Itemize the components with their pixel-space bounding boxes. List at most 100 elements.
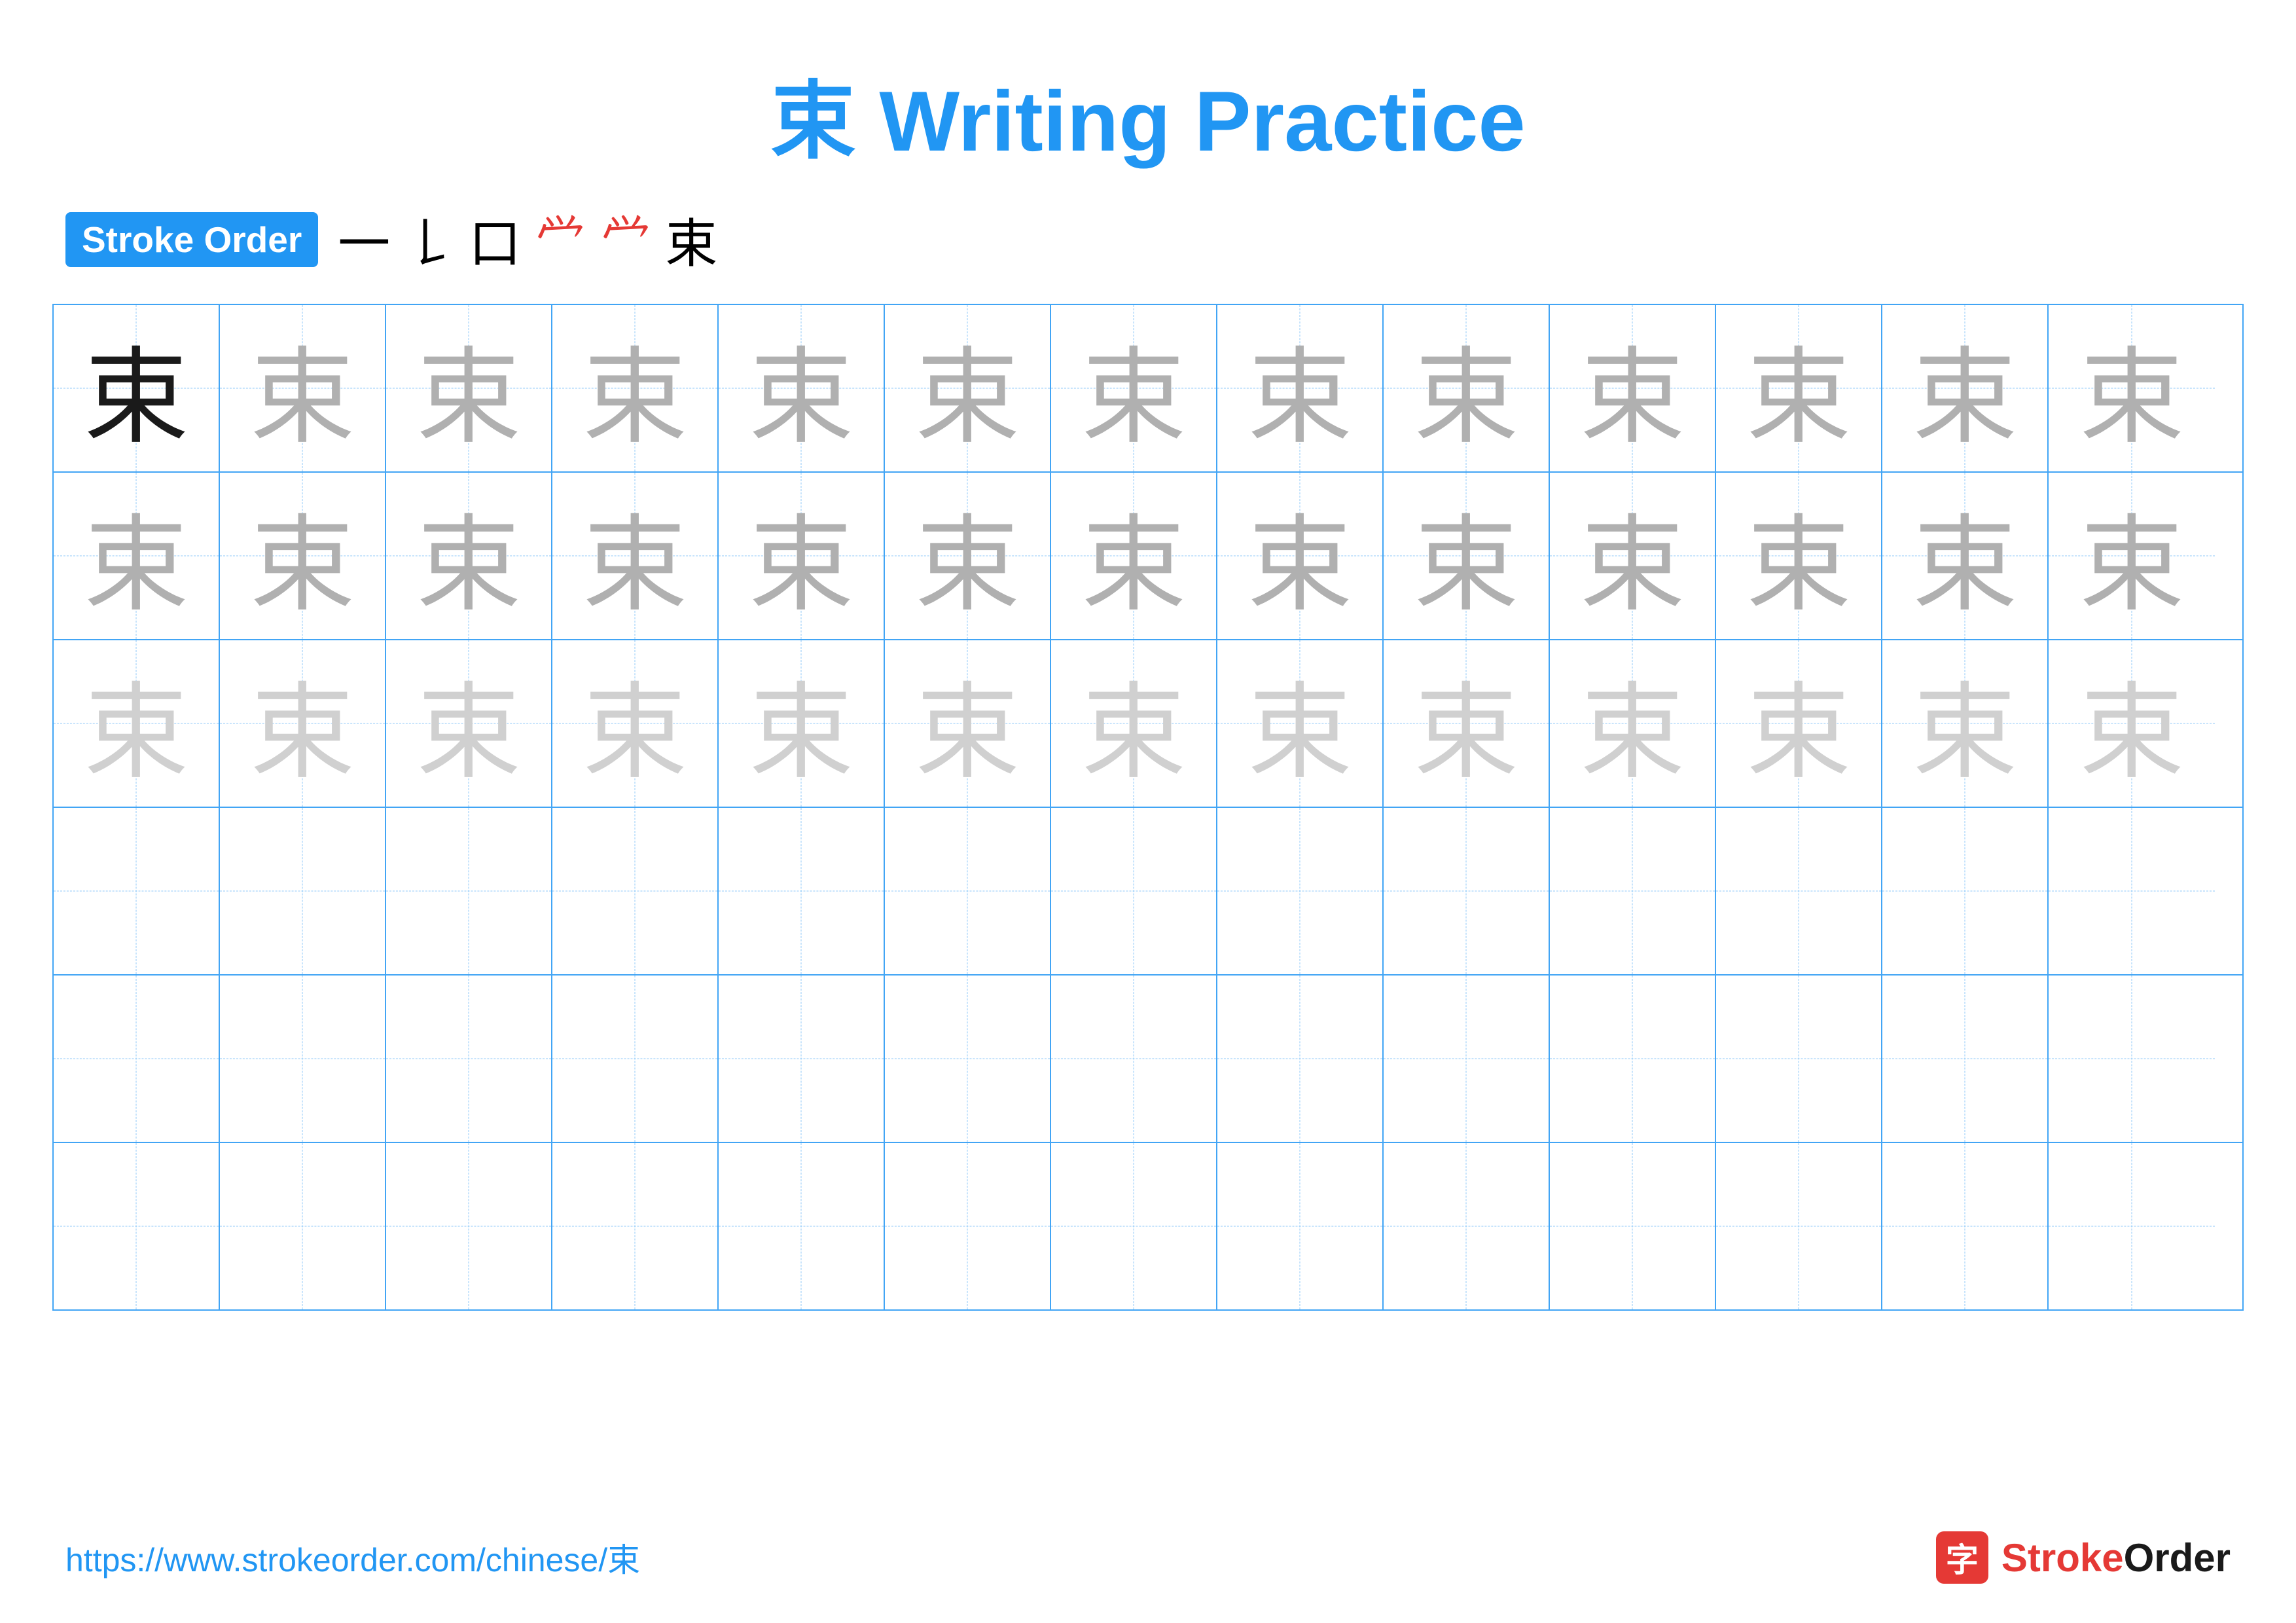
grid-row-5 [54, 976, 2242, 1143]
grid-cell-r6-c3[interactable] [386, 1143, 552, 1309]
grid-cell-r2-c3: 束 [386, 473, 552, 639]
grid-cell-r5-c11[interactable] [1716, 976, 1882, 1142]
grid-cell-r6-c4[interactable] [552, 1143, 719, 1309]
grid-cell-r1-c4: 束 [552, 305, 719, 471]
char-r2-c1: 束 [84, 480, 188, 632]
char-r1-c5: 束 [749, 312, 853, 464]
grid-cell-r4-c12[interactable] [1882, 808, 2049, 974]
grid-cell-r6-c5[interactable] [719, 1143, 885, 1309]
grid-cell-r4-c2[interactable] [220, 808, 386, 974]
stroke-order-row: Stroke Order 一 𠄌 口 𰃮 𰃮 束 [0, 202, 2296, 304]
char-r1-c8: 束 [1247, 312, 1352, 464]
char-r3-c10: 束 [1580, 647, 1685, 799]
grid-cell-r2-c9: 束 [1384, 473, 1550, 639]
grid-cell-r2-c6: 束 [885, 473, 1051, 639]
grid-cell-r6-c11[interactable] [1716, 1143, 1882, 1309]
grid-cell-r4-c1[interactable] [54, 808, 220, 974]
grid-cell-r4-c9[interactable] [1384, 808, 1550, 974]
grid-cell-r5-c9[interactable] [1384, 976, 1550, 1142]
char-r3-c4: 束 [583, 647, 687, 799]
grid-cell-r4-c13[interactable] [2049, 808, 2215, 974]
char-r3-c2: 束 [250, 647, 355, 799]
grid-row-1: 束 束 束 束 束 束 束 束 束 束 束 束 [54, 305, 2242, 473]
grid-cell-r2-c13: 束 [2049, 473, 2215, 639]
grid-row-2: 束 束 束 束 束 束 束 束 束 束 束 束 [54, 473, 2242, 640]
grid-cell-r3-c10: 束 [1550, 640, 1716, 807]
footer: https://www.strokeorder.com/chinese/束 字 … [0, 1531, 2296, 1584]
grid-cell-r4-c8[interactable] [1217, 808, 1384, 974]
grid-cell-r4-c10[interactable] [1550, 808, 1716, 974]
grid-cell-r3-c8: 束 [1217, 640, 1384, 807]
char-r3-c3: 束 [416, 647, 521, 799]
grid-cell-r5-c12[interactable] [1882, 976, 2049, 1142]
grid-cell-r1-c2: 束 [220, 305, 386, 471]
grid-cell-r2-c2: 束 [220, 473, 386, 639]
char-r3-c6: 束 [915, 647, 1020, 799]
stroke-step-3: 口 [469, 202, 521, 278]
char-r1-c6: 束 [915, 312, 1020, 464]
grid-cell-r5-c5[interactable] [719, 976, 885, 1142]
char-r1-c13: 束 [2079, 312, 2184, 464]
grid-cell-r4-c3[interactable] [386, 808, 552, 974]
char-r1-c7: 束 [1081, 312, 1186, 464]
grid-cell-r5-c6[interactable] [885, 976, 1051, 1142]
grid-cell-r3-c1: 束 [54, 640, 220, 807]
grid-cell-r1-c3: 束 [386, 305, 552, 471]
char-r2-c6: 束 [915, 480, 1020, 632]
grid-cell-r3-c7: 束 [1051, 640, 1217, 807]
char-r1-c12: 束 [1912, 312, 2017, 464]
grid-cell-r3-c4: 束 [552, 640, 719, 807]
char-r2-c13: 束 [2079, 480, 2184, 632]
char-r2-c9: 束 [1414, 480, 1518, 632]
char-r2-c3: 束 [416, 480, 521, 632]
grid-cell-r1-c5: 束 [719, 305, 885, 471]
grid-cell-r4-c5[interactable] [719, 808, 885, 974]
grid-cell-r4-c7[interactable] [1051, 808, 1217, 974]
stroke-step-2: 𠄌 [403, 202, 456, 278]
footer-url: https://www.strokeorder.com/chinese/束 [65, 1534, 640, 1581]
grid-cell-r4-c11[interactable] [1716, 808, 1882, 974]
grid-cell-r1-c6: 束 [885, 305, 1051, 471]
grid-cell-r6-c9[interactable] [1384, 1143, 1550, 1309]
grid-cell-r4-c6[interactable] [885, 808, 1051, 974]
grid-cell-r1-c9: 束 [1384, 305, 1550, 471]
char-r1-c1: 束 [84, 312, 188, 464]
char-r2-c10: 束 [1580, 480, 1685, 632]
grid-cell-r5-c8[interactable] [1217, 976, 1384, 1142]
stroke-step-1: 一 [338, 202, 390, 278]
grid-cell-r3-c2: 束 [220, 640, 386, 807]
grid-cell-r6-c13[interactable] [2049, 1143, 2215, 1309]
grid-cell-r1-c8: 束 [1217, 305, 1384, 471]
grid-cell-r5-c4[interactable] [552, 976, 719, 1142]
grid-cell-r5-c7[interactable] [1051, 976, 1217, 1142]
char-r3-c11: 束 [1746, 647, 1851, 799]
grid-cell-r6-c6[interactable] [885, 1143, 1051, 1309]
grid-cell-r2-c12: 束 [1882, 473, 2049, 639]
grid-cell-r1-c1: 束 [54, 305, 220, 471]
grid-cell-r5-c13[interactable] [2049, 976, 2215, 1142]
char-r2-c11: 束 [1746, 480, 1851, 632]
char-r2-c5: 束 [749, 480, 853, 632]
grid-cell-r2-c4: 束 [552, 473, 719, 639]
grid-cell-r6-c2[interactable] [220, 1143, 386, 1309]
grid-cell-r1-c7: 束 [1051, 305, 1217, 471]
grid-cell-r5-c1[interactable] [54, 976, 220, 1142]
grid-cell-r2-c8: 束 [1217, 473, 1384, 639]
grid-cell-r5-c2[interactable] [220, 976, 386, 1142]
stroke-steps: 一 𠄌 口 𰃮 𰃮 束 [338, 202, 717, 278]
grid-cell-r6-c7[interactable] [1051, 1143, 1217, 1309]
grid-cell-r3-c12: 束 [1882, 640, 2049, 807]
grid-cell-r6-c8[interactable] [1217, 1143, 1384, 1309]
grid-cell-r2-c7: 束 [1051, 473, 1217, 639]
grid-cell-r1-c13: 束 [2049, 305, 2215, 471]
char-r1-c2: 束 [250, 312, 355, 464]
grid-cell-r3-c6: 束 [885, 640, 1051, 807]
grid-cell-r6-c10[interactable] [1550, 1143, 1716, 1309]
grid-cell-r5-c3[interactable] [386, 976, 552, 1142]
grid-cell-r4-c4[interactable] [552, 808, 719, 974]
char-r3-c1: 束 [84, 647, 188, 799]
grid-cell-r6-c12[interactable] [1882, 1143, 2049, 1309]
grid-cell-r6-c1[interactable] [54, 1143, 220, 1309]
grid-cell-r5-c10[interactable] [1550, 976, 1716, 1142]
practice-grid: 束 束 束 束 束 束 束 束 束 束 束 束 [52, 304, 2244, 1311]
